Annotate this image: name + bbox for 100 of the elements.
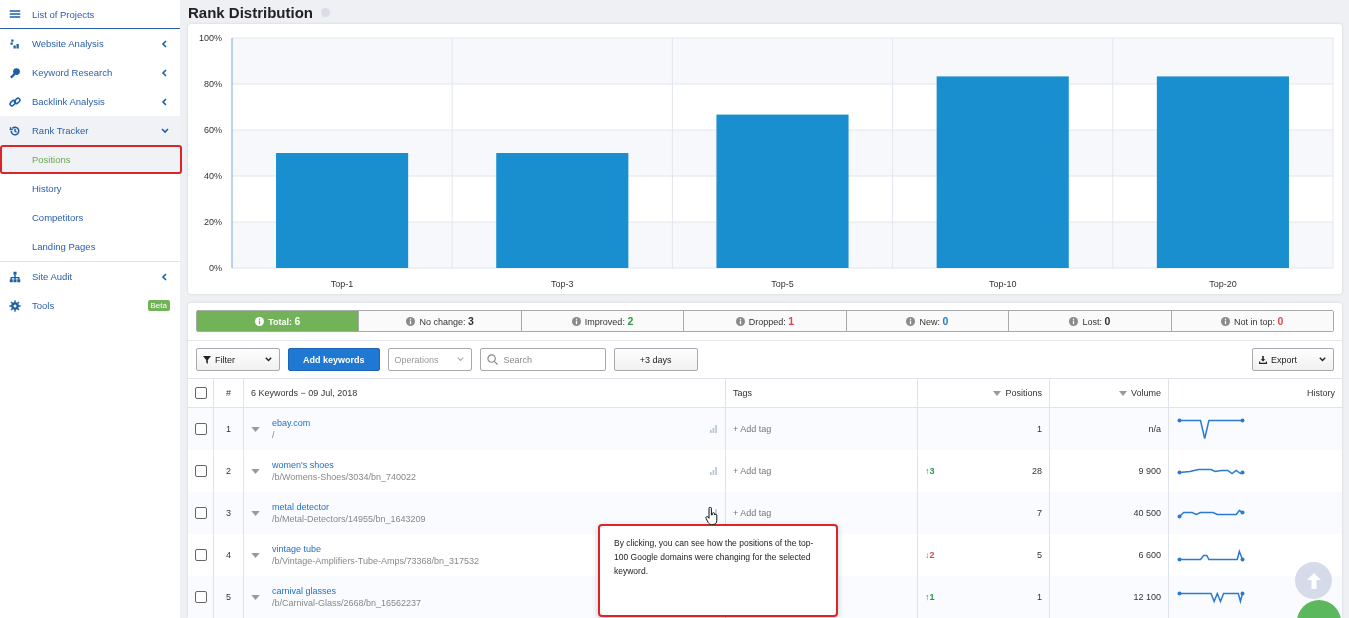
beta-badge: Beta — [147, 300, 170, 311]
stat-tab[interactable]: Not in top: 0 — [1170, 311, 1333, 331]
column-header: History — [1307, 388, 1335, 398]
sidebar-subitem[interactable]: Competitors — [0, 203, 180, 232]
sidebar-subitem[interactable]: History — [0, 174, 180, 203]
search-field[interactable]: Search — [479, 348, 606, 371]
caret-icon[interactable] — [251, 594, 260, 600]
column-header[interactable]: Volume — [1130, 388, 1161, 398]
chevron-down-icon — [1318, 355, 1327, 364]
chevron-down-icon — [264, 355, 273, 364]
row-number: 1 — [226, 424, 231, 434]
url-text: /b/Womens-Shoes/3034/bn_740022 — [272, 472, 416, 482]
position-change: ↓2 — [925, 550, 935, 560]
add-keywords-button[interactable]: Add keywords — [288, 348, 380, 371]
sidebar-item[interactable]: Website Analysis — [0, 29, 180, 58]
keyword-link[interactable]: metal detector — [272, 502, 330, 512]
chevron-left-icon[interactable] — [160, 96, 170, 107]
sort-icon[interactable] — [1118, 390, 1127, 396]
sidebar-item[interactable]: Tools Beta — [0, 291, 180, 320]
y-tick-label: 100% — [198, 33, 222, 43]
key-icon — [9, 66, 21, 79]
y-tick-label: 60% — [204, 125, 222, 135]
chevron-left-icon[interactable] — [160, 271, 170, 282]
keyword-link[interactable]: vintage tube — [272, 544, 322, 554]
position-value: 28 — [1032, 466, 1042, 476]
caret-icon[interactable] — [251, 510, 260, 516]
chevron-down-icon — [455, 355, 465, 364]
filter-dropdown[interactable]: Filter — [196, 348, 280, 371]
y-tick-label: 0% — [209, 263, 222, 273]
sparkline — [1177, 466, 1245, 476]
info-icon — [255, 316, 265, 326]
add-tag-link[interactable]: + Add tag — [733, 508, 772, 518]
url-text: /b/Vintage-Amplifiers-Tube-Amps/73368/bn_317532 — [272, 556, 480, 566]
settings-icon — [9, 299, 21, 312]
page-title: Rank Distribution — [188, 3, 313, 21]
url-text: /b/Carnival-Glass/2668/bn_16562237 — [272, 598, 422, 608]
search-icon — [486, 354, 498, 365]
info-icon — [1069, 316, 1079, 326]
column-header: Tags — [733, 388, 752, 398]
chart-icon — [9, 37, 21, 50]
x-tick-label: Top-1 — [330, 279, 354, 289]
stat-tab[interactable]: Improved: 2 — [520, 311, 684, 331]
info-icon — [735, 316, 745, 326]
row-checkbox[interactable] — [194, 423, 207, 435]
chevron-left-icon[interactable] — [160, 38, 170, 49]
sparkline — [1177, 548, 1245, 562]
keyword-link[interactable]: women's shoes — [272, 460, 334, 470]
sidebar-item[interactable]: Keyword Research — [0, 58, 180, 87]
caret-icon[interactable] — [251, 468, 260, 474]
position-value: 5 — [1037, 550, 1042, 560]
stat-tab[interactable]: Lost: 0 — [1008, 311, 1171, 331]
stat-tab[interactable]: New: 0 — [845, 311, 1009, 331]
menu-icon — [9, 8, 21, 20]
keyword-link[interactable]: ebay.com — [272, 418, 311, 428]
row-checkbox[interactable] — [194, 465, 207, 477]
position-change: ↑3 — [925, 466, 935, 476]
tooltip: By clicking, you can see how the positions of the top-100 Google domains were changing for the selected keyword. — [598, 524, 838, 617]
volume-value: 40 500 — [1133, 508, 1161, 518]
keyword-link[interactable]: carnival glasses — [272, 586, 337, 596]
days-button[interactable]: +3 days — [613, 348, 698, 371]
link-icon — [9, 95, 21, 108]
y-tick-label: 40% — [204, 171, 222, 181]
position-change: ↑1 — [925, 592, 935, 602]
filter-icon — [203, 355, 211, 364]
sort-icon[interactable] — [993, 390, 1002, 396]
hierarchy-icon — [9, 270, 21, 283]
info-icon — [571, 316, 581, 326]
column-header: # — [226, 388, 231, 398]
volume-value: 6 600 — [1138, 550, 1161, 560]
bar-chart-icon[interactable] — [710, 425, 718, 433]
x-tick-label: Top-3 — [551, 279, 574, 289]
row-checkbox[interactable] — [194, 549, 207, 561]
stat-tab[interactable]: No change: 3 — [358, 311, 521, 331]
row-checkbox[interactable] — [194, 591, 207, 603]
sidebar-subitem[interactable]: Landing Pages — [0, 232, 180, 261]
caret-icon[interactable] — [251, 426, 260, 432]
chevron-down-icon[interactable] — [160, 125, 170, 136]
row-number: 4 — [226, 550, 231, 560]
y-tick-label: 20% — [204, 217, 222, 227]
x-tick-label: Top-5 — [771, 279, 794, 289]
sidebar-item[interactable]: List of Projects — [0, 0, 180, 29]
y-tick-label: 80% — [204, 79, 222, 89]
sidebar-item[interactable]: Site Audit — [0, 261, 180, 291]
export-dropdown[interactable]: Export — [1252, 348, 1334, 371]
select-all-checkbox[interactable] — [194, 387, 207, 399]
url-text: / — [272, 430, 275, 440]
sidebar-item[interactable]: Backlink Analysis — [0, 87, 180, 116]
x-tick-label: Top-20 — [1209, 279, 1237, 289]
row-checkbox[interactable] — [194, 507, 207, 519]
column-header[interactable]: Positions — [1005, 388, 1042, 398]
stat-tab[interactable]: Dropped: 1 — [683, 311, 846, 331]
add-tag-link[interactable]: + Add tag — [733, 424, 772, 434]
chevron-left-icon[interactable] — [160, 67, 170, 78]
caret-icon[interactable] — [251, 552, 260, 558]
position-value: 1 — [1037, 592, 1042, 602]
sparkline — [1177, 590, 1245, 604]
position-value: 1 — [1037, 424, 1042, 434]
sidebar-item[interactable]: Rank Tracker — [0, 116, 180, 145]
add-tag-link[interactable]: + Add tag — [733, 466, 772, 476]
bar-chart-icon[interactable] — [710, 467, 718, 475]
